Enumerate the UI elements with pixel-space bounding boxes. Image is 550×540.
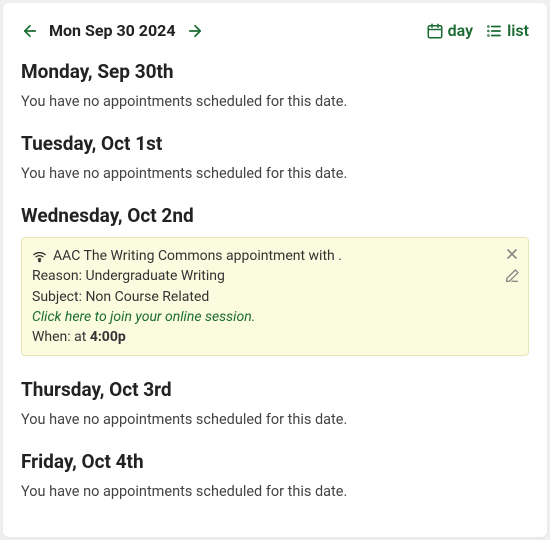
view-toggle: day list bbox=[426, 21, 529, 40]
prev-day-button[interactable] bbox=[21, 22, 39, 40]
empty-appointments-msg: You have no appointments scheduled for t… bbox=[21, 165, 529, 182]
appointment-actions bbox=[504, 246, 520, 284]
appointment-title-line: AAC The Writing Commons appointment with… bbox=[32, 246, 518, 266]
edit-icon bbox=[504, 268, 520, 284]
schedule-card: Mon Sep 30 2024 day list Monday, Sep 30t… bbox=[3, 3, 547, 537]
appointment-when: When: at 4:00p bbox=[32, 327, 518, 347]
dismiss-appointment-button[interactable] bbox=[504, 246, 520, 262]
calendar-icon bbox=[426, 22, 444, 40]
next-day-button[interactable] bbox=[186, 22, 204, 40]
day-heading: Monday, Sep 30th bbox=[21, 60, 529, 83]
arrow-left-icon bbox=[21, 22, 39, 40]
day-heading: Thursday, Oct 3rd bbox=[21, 378, 529, 401]
day-heading: Friday, Oct 4th bbox=[21, 450, 529, 473]
day-block: Tuesday, Oct 1st You have no appointment… bbox=[21, 132, 529, 182]
appointment-reason: Reason: Undergraduate Writing bbox=[32, 266, 518, 286]
topbar: Mon Sep 30 2024 day list bbox=[21, 21, 529, 40]
wifi-icon bbox=[32, 249, 47, 264]
empty-appointments-msg: You have no appointments scheduled for t… bbox=[21, 411, 529, 428]
appointment-time: 4:00p bbox=[90, 329, 126, 345]
arrow-right-icon bbox=[186, 22, 204, 40]
view-list-button[interactable]: list bbox=[485, 21, 529, 40]
empty-appointments-msg: You have no appointments scheduled for t… bbox=[21, 483, 529, 500]
day-heading: Tuesday, Oct 1st bbox=[21, 132, 529, 155]
view-day-label: day bbox=[448, 21, 473, 40]
appointment-subject: Subject: Non Course Related bbox=[32, 287, 518, 307]
empty-appointments-msg: You have no appointments scheduled for t… bbox=[21, 93, 529, 110]
list-icon bbox=[485, 22, 503, 40]
day-block: Monday, Sep 30th You have no appointment… bbox=[21, 60, 529, 110]
close-icon bbox=[504, 246, 520, 262]
current-date-label: Mon Sep 30 2024 bbox=[49, 21, 176, 40]
appointment-title: AAC The Writing Commons appointment with… bbox=[53, 246, 342, 266]
appointment-card: AAC The Writing Commons appointment with… bbox=[21, 237, 529, 356]
date-nav: Mon Sep 30 2024 bbox=[21, 21, 204, 40]
day-block: Thursday, Oct 3rd You have no appointmen… bbox=[21, 378, 529, 428]
day-block: Wednesday, Oct 2nd AAC The Writing Commo… bbox=[21, 204, 529, 356]
view-list-label: list bbox=[507, 21, 529, 40]
view-day-button[interactable]: day bbox=[426, 21, 473, 40]
day-block: Friday, Oct 4th You have no appointments… bbox=[21, 450, 529, 500]
edit-appointment-button[interactable] bbox=[504, 268, 520, 284]
join-session-link[interactable]: Click here to join your online session. bbox=[32, 307, 518, 327]
day-heading: Wednesday, Oct 2nd bbox=[21, 204, 529, 227]
